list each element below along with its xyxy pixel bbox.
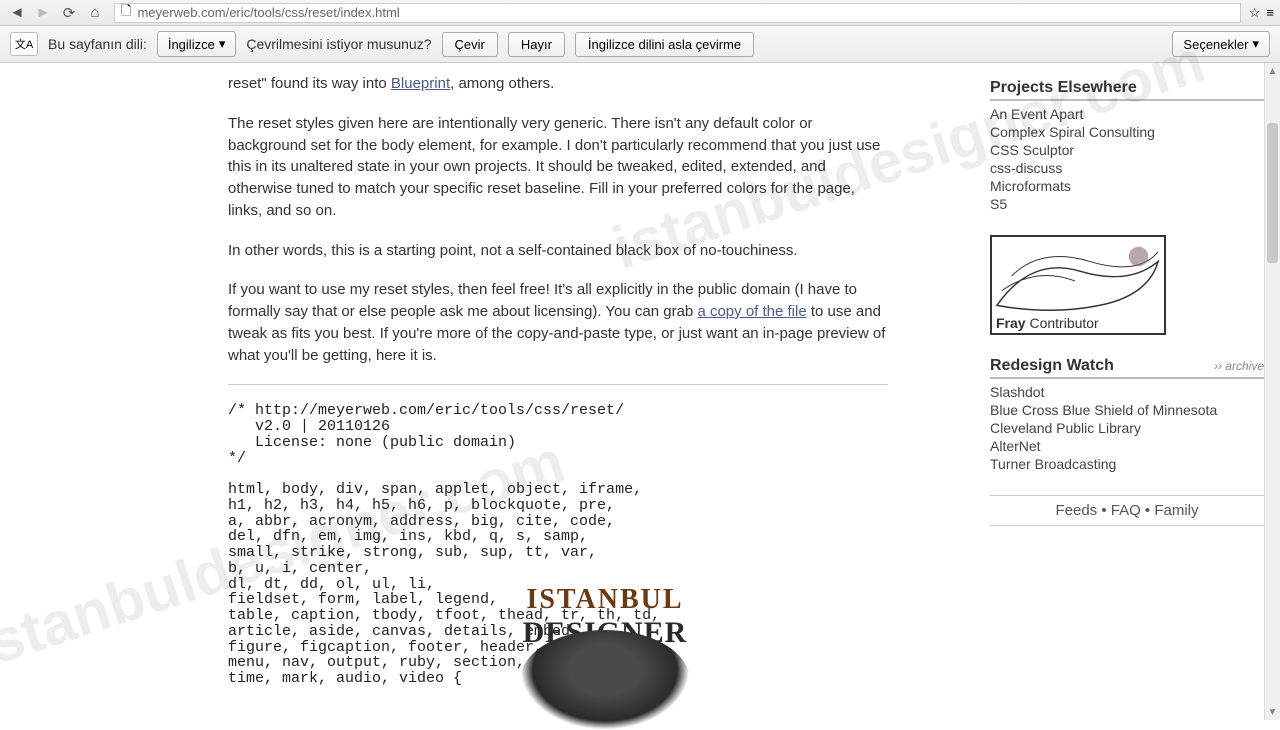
menu-icon[interactable]: ≡ bbox=[1266, 5, 1274, 20]
fray-label: Fray Contributor bbox=[996, 315, 1099, 331]
back-button[interactable]: ◄ bbox=[6, 3, 28, 23]
sidebar-link[interactable]: AlterNet bbox=[990, 437, 1264, 455]
options-dropdown[interactable]: Seçenekler ▾ bbox=[1172, 31, 1270, 57]
logo-line1: ISTANBUL bbox=[520, 584, 690, 616]
projects-list: An Event Apart Complex Spiral Consulting… bbox=[990, 105, 1264, 213]
sidebar-link[interactable]: Slashdot bbox=[990, 383, 1264, 401]
sidebar-link[interactable]: css-discuss bbox=[990, 159, 1264, 177]
blueprint-link[interactable]: Blueprint bbox=[391, 75, 450, 92]
page-icon: 🗋 bbox=[121, 2, 131, 24]
translate-question: Çevrilmesini istiyor musunuz? bbox=[246, 36, 431, 52]
fray-badge[interactable]: Fray Contributor bbox=[990, 235, 1166, 335]
home-button[interactable]: ⌂ bbox=[84, 3, 106, 23]
no-button[interactable]: Hayır bbox=[508, 32, 565, 57]
browser-toolbar: ◄ ► ⟳ ⌂ 🗋 meyerweb.com/eric/tools/css/re… bbox=[0, 0, 1280, 26]
sidebar-link[interactable]: CSS Sculptor bbox=[990, 141, 1264, 159]
projects-title: Projects Elsewhere bbox=[990, 79, 1264, 101]
translate-icon: 文A bbox=[10, 32, 38, 56]
sidebar-link[interactable]: Blue Cross Blue Shield of Minnesota bbox=[990, 401, 1264, 419]
scrollbar[interactable]: ▲ ▼ bbox=[1264, 63, 1280, 720]
logo-shape-icon bbox=[520, 630, 690, 730]
sidebar-link[interactable]: Microformats bbox=[990, 177, 1264, 195]
paragraph: reset" found its way into Blueprint, amo… bbox=[228, 73, 888, 95]
reload-button[interactable]: ⟳ bbox=[58, 3, 80, 23]
sidebar-link[interactable]: Cleveland Public Library bbox=[990, 419, 1264, 437]
paragraph: In other words, this is a starting point… bbox=[228, 240, 888, 262]
url-text: meyerweb.com/eric/tools/css/reset/index.… bbox=[137, 5, 399, 20]
never-translate-button[interactable]: İngilizce dilini asla çevirme bbox=[575, 32, 754, 57]
chevron-down-icon: ▾ bbox=[1252, 36, 1259, 52]
sidebar-link[interactable]: Turner Broadcasting bbox=[990, 455, 1264, 473]
forward-button[interactable]: ► bbox=[32, 3, 54, 23]
translate-bar: 文A Bu sayfanın dili: İngilizce ▾ Çevrilm… bbox=[0, 26, 1280, 63]
scroll-thumb[interactable] bbox=[1267, 123, 1278, 263]
paragraph: The reset styles given here are intentio… bbox=[228, 113, 888, 222]
language-dropdown[interactable]: İngilizce ▾ bbox=[157, 31, 237, 57]
scroll-down-icon[interactable]: ▼ bbox=[1265, 704, 1280, 720]
archive-link[interactable]: ›› archive bbox=[1214, 359, 1264, 373]
redesign-list: Slashdot Blue Cross Blue Shield of Minne… bbox=[990, 383, 1264, 473]
paragraph: If you want to use my reset styles, then… bbox=[228, 279, 888, 366]
address-bar[interactable]: 🗋 meyerweb.com/eric/tools/css/reset/inde… bbox=[114, 3, 1241, 23]
sidebar-link[interactable]: An Event Apart bbox=[990, 105, 1264, 123]
scroll-up-icon[interactable]: ▲ bbox=[1265, 63, 1280, 79]
bookmark-icon[interactable]: ☆ bbox=[1249, 5, 1261, 21]
translate-button[interactable]: Çevir bbox=[442, 32, 498, 57]
chevron-down-icon: ▾ bbox=[219, 36, 226, 52]
file-copy-link[interactable]: a copy of the file bbox=[697, 303, 806, 320]
sidebar-link[interactable]: S5 bbox=[990, 195, 1264, 213]
sidebar: Projects Elsewhere An Event Apart Comple… bbox=[990, 63, 1280, 720]
logo-overlay: ISTANBUL DESIGNER bbox=[520, 584, 690, 730]
page-lang-label: Bu sayfanın dili: bbox=[48, 36, 147, 52]
sidebar-link[interactable]: Complex Spiral Consulting bbox=[990, 123, 1264, 141]
sidebar-footer-links[interactable]: Feeds • FAQ • Family bbox=[990, 495, 1264, 526]
redesign-title: Redesign Watch ›› archive bbox=[990, 357, 1264, 379]
divider bbox=[228, 384, 888, 385]
